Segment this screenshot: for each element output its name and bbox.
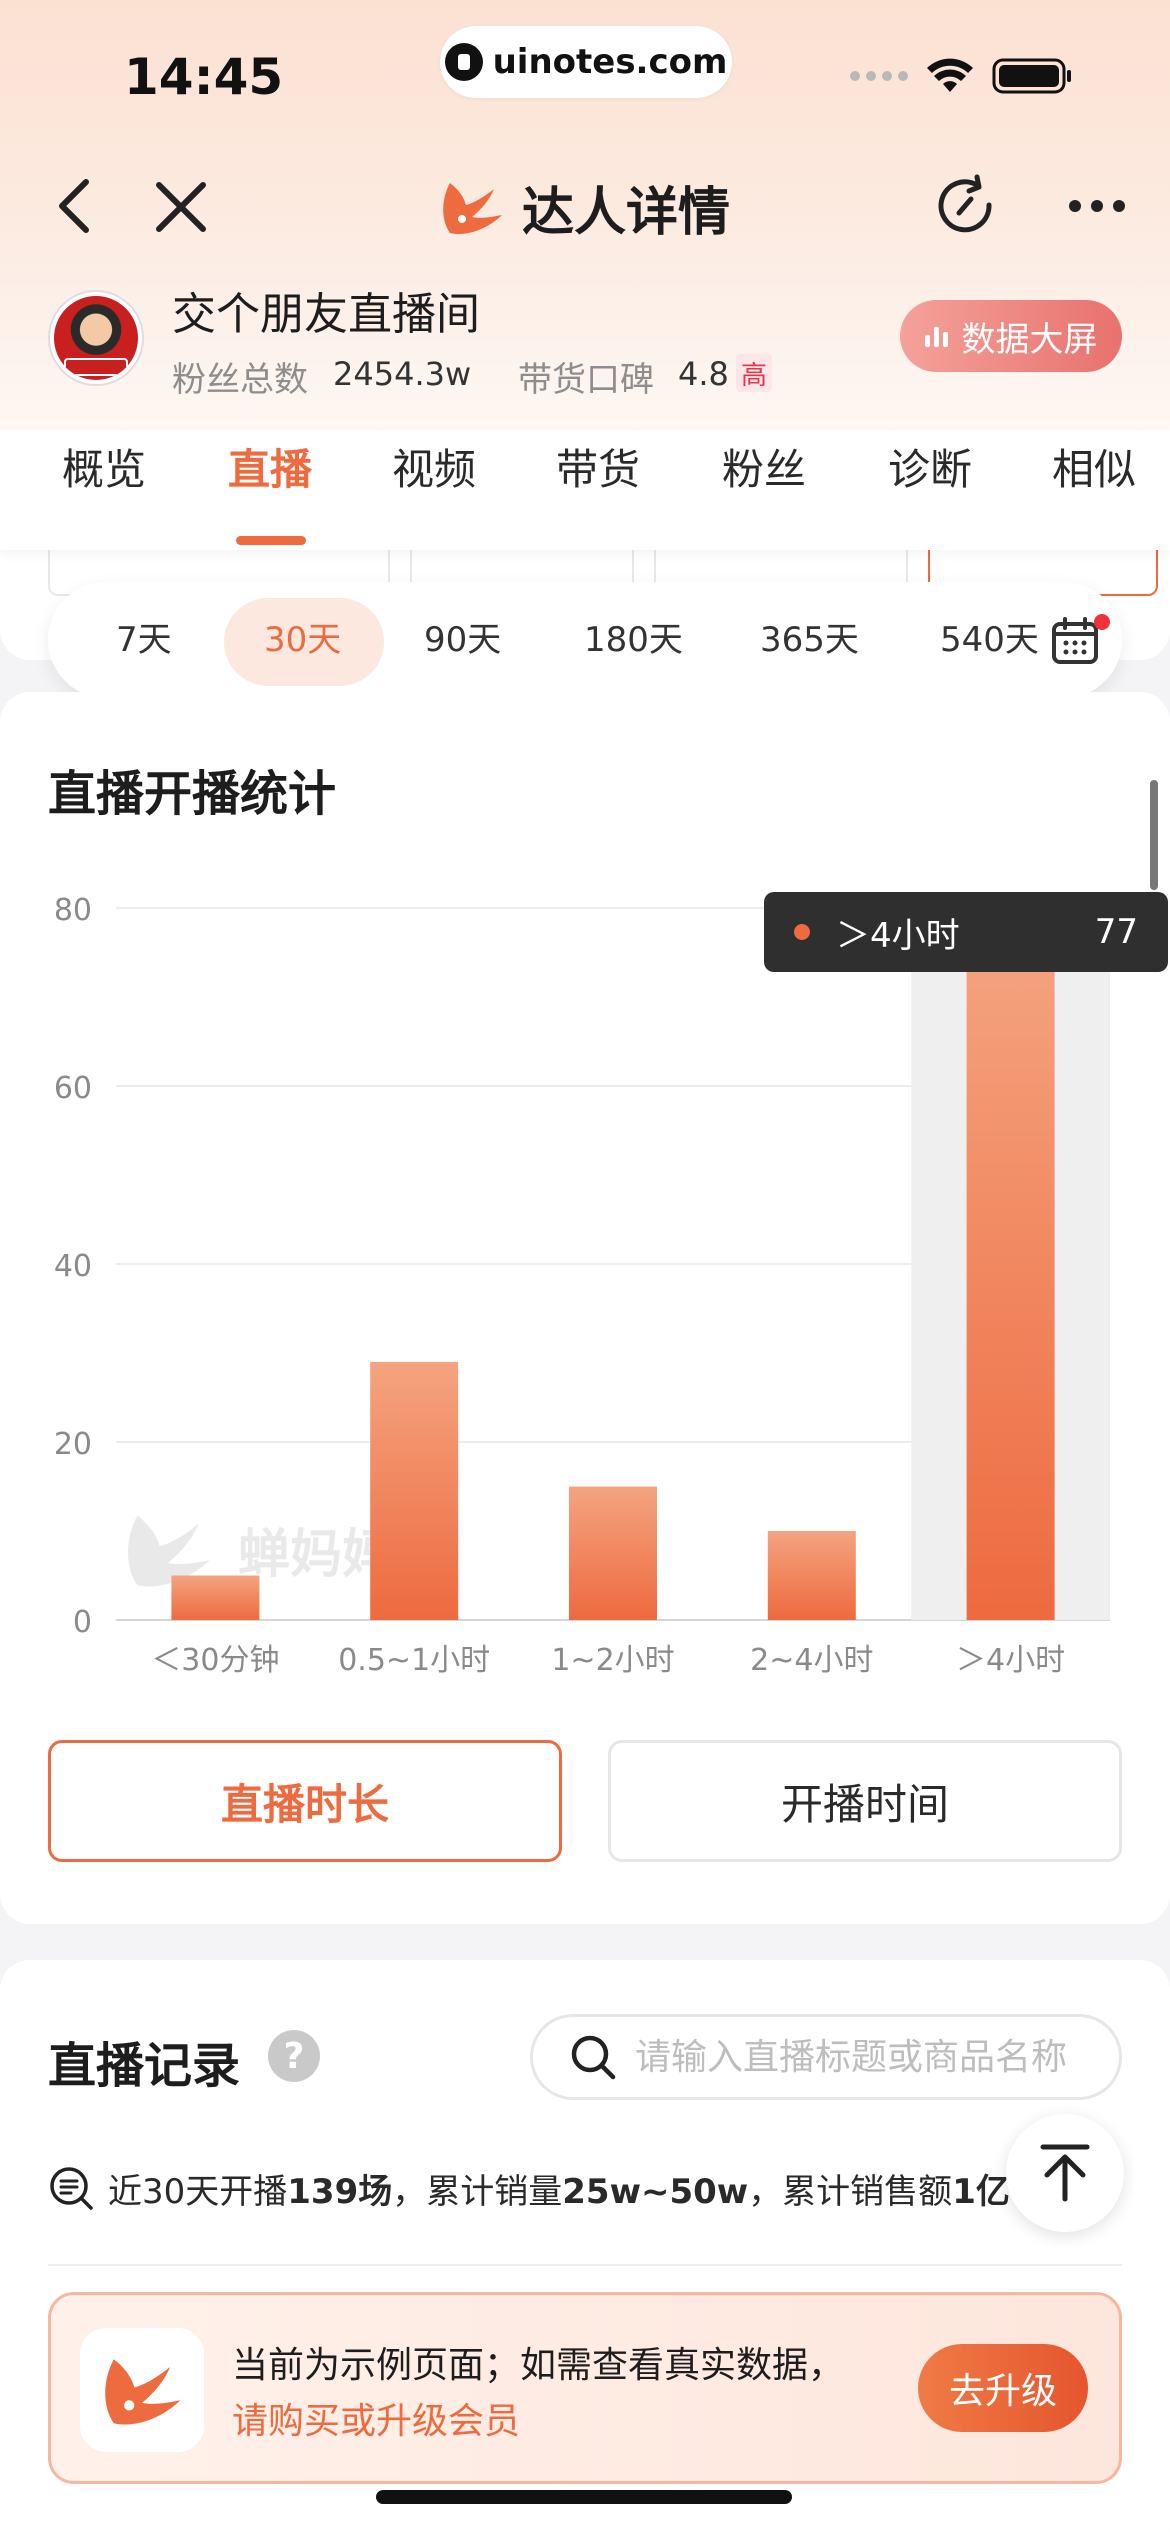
upgrade-button[interactable]: 去升级 <box>918 2344 1088 2432</box>
url-pill[interactable]: uinotes.com <box>440 26 732 98</box>
url-text: uinotes.com <box>492 42 728 82</box>
signal-icon <box>850 71 908 81</box>
bar[interactable] <box>966 934 1055 1620</box>
arrow-up-icon <box>1040 2144 1090 2202</box>
upgrade-link[interactable]: 请购买或升级会员 <box>232 2392 520 2444</box>
bar[interactable] <box>767 1531 856 1620</box>
wifi-icon <box>927 58 973 92</box>
tab-live[interactable]: 直播 <box>228 440 312 500</box>
data-screen-button[interactable]: 数据大屏 <box>900 300 1122 372</box>
bar-chart: ＜30分钟 0.5~1小时 1~2小时 2~4小时 ＞4小时 0 20 40 60 80 <box>54 893 1110 1678</box>
live-duration-toggle[interactable]: 直播时长 <box>48 1740 562 1862</box>
search-icon <box>571 2035 616 2080</box>
summary-text-1: 近30天开播 <box>108 2171 288 2212</box>
reputation-label: 带货口碑 <box>518 360 654 400</box>
refresh-icon[interactable] <box>930 172 1002 244</box>
page-title: 达人详情 <box>436 172 731 243</box>
divider <box>48 2264 1122 2266</box>
calendar-icon[interactable] <box>1050 616 1100 666</box>
x-tick-label: 1~2小时 <box>551 1643 674 1678</box>
tab-similar[interactable]: 相似 <box>1052 440 1136 500</box>
bar-chart-icon <box>924 325 948 347</box>
data-screen-label: 数据大屏 <box>961 319 1098 360</box>
fans-label: 粉丝总数 <box>172 360 308 400</box>
tooltip-label: ＞4小时 <box>836 915 960 956</box>
date-option-30d[interactable]: 30天 <box>264 612 341 668</box>
search-input[interactable] <box>635 2036 1105 2078</box>
y-tick-label: 40 <box>54 1249 92 1284</box>
summary-count: 139场 <box>287 2171 393 2212</box>
records-summary: 近30天开播139场，累计销量25w~50w，累计销售额1亿+ <box>48 2160 1038 2216</box>
summary-text-2: ，累计销量 <box>392 2171 563 2212</box>
date-option-540d[interactable]: 540天 <box>940 612 1039 668</box>
status-icons <box>850 56 1100 96</box>
tab-video[interactable]: 视频 <box>392 440 476 500</box>
records-search[interactable] <box>530 2014 1122 2100</box>
avatar-badge <box>64 358 128 376</box>
y-tick-label: 0 <box>73 1605 92 1640</box>
status-time: 14:45 <box>124 48 284 106</box>
date-option-90d[interactable]: 90天 <box>424 612 501 668</box>
tab-fans[interactable]: 粉丝 <box>722 440 806 500</box>
upgrade-logo <box>80 2328 204 2452</box>
more-icon[interactable] <box>1066 186 1128 226</box>
x-tick-label: 2~4小时 <box>750 1643 873 1678</box>
x-tick-label: ＞4小时 <box>956 1643 1065 1678</box>
bar[interactable] <box>370 1361 459 1620</box>
tooltip-dot <box>794 924 810 940</box>
back-to-top-button[interactable] <box>1006 2114 1124 2232</box>
home-indicator <box>376 2490 792 2504</box>
close-icon[interactable] <box>150 176 212 238</box>
tab-diagnosis[interactable]: 诊断 <box>888 440 972 500</box>
lock-icon <box>444 43 483 81</box>
upgrade-message: 当前为示例页面；如需查看真实数据， <box>232 2345 845 2386</box>
fans-value: 2454.3w <box>333 355 472 393</box>
chart-section-title: 直播开播统计 <box>48 766 337 822</box>
start-time-toggle[interactable]: 开播时间 <box>608 1740 1122 1862</box>
stats-search-icon <box>50 2167 93 2210</box>
active-tab-indicator <box>236 536 306 545</box>
y-tick-label: 60 <box>54 1071 92 1106</box>
tab-goods[interactable]: 带货 <box>556 440 640 500</box>
bar[interactable] <box>569 1486 657 1621</box>
brand-logo-icon <box>105 2359 181 2425</box>
y-tick-label: 20 <box>54 1427 92 1462</box>
help-icon[interactable]: ? <box>268 2030 320 2082</box>
brand-logo-icon <box>443 183 502 235</box>
summary-sales: 25w~50w <box>562 2171 749 2212</box>
x-tick-label: 0.5~1小时 <box>338 1643 490 1678</box>
reputation-value: 4.8 <box>678 355 729 393</box>
date-option-7d[interactable]: 7天 <box>116 612 172 668</box>
back-icon[interactable] <box>44 176 104 236</box>
page-title-text: 达人详情 <box>522 182 731 243</box>
avatar[interactable] <box>50 292 142 384</box>
tab-overview[interactable]: 概览 <box>62 440 146 500</box>
x-tick-label: ＜30分钟 <box>151 1643 279 1678</box>
summary-text-3: ，累计销售额 <box>748 2171 953 2212</box>
records-title: 直播记录 <box>48 2038 241 2094</box>
chart-tooltip: ＞4小时 77 <box>764 892 1168 972</box>
tooltip-value: 77 <box>1094 912 1138 952</box>
battery-icon <box>992 58 1071 94</box>
date-option-365d[interactable]: 365天 <box>760 612 859 668</box>
profile-name: 交个朋友直播间 <box>172 289 480 340</box>
reputation-badge: 高 <box>736 354 772 392</box>
bar[interactable] <box>171 1575 260 1621</box>
date-option-180d[interactable]: 180天 <box>584 612 683 668</box>
notification-dot <box>1094 614 1110 630</box>
y-tick-label: 80 <box>54 893 92 928</box>
